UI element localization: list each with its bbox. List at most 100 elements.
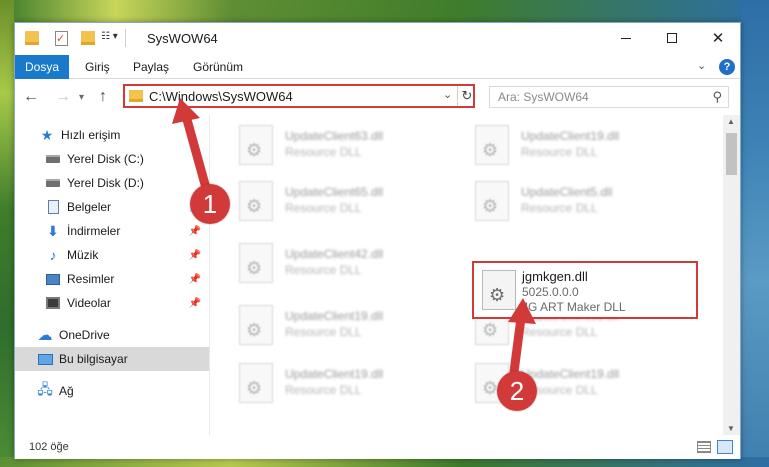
file-description: Resource DLL [285,145,362,159]
gear-icon: ⚙ [246,196,263,216]
gear-icon: ⚙ [246,320,263,340]
highlighted-file-item[interactable]: ⚙ jgmkgen.dll 5025.0.0.0 JG ART Maker DL… [472,261,698,319]
window-title: SysWOW64 [147,31,218,46]
music-icon: ♪ [49,247,57,263]
status-bar: 102 öğe [15,437,740,459]
address-path[interactable]: C:\Windows\SysWOW64 [149,89,293,104]
pin-icon[interactable]: 📌 [189,274,201,285]
minimize-icon [621,37,631,39]
close-button[interactable]: ✕ [695,23,741,53]
file-item[interactable]: ⚙ UpdateClient65.dll Resource DLL [215,177,445,225]
tab-home[interactable]: Giriş [75,55,120,79]
step-2-badge: 2 [497,371,537,411]
refresh-icon[interactable]: ↻ [459,86,475,106]
pictures-icon-shape [46,273,60,285]
dll-file-icon: ⚙ [239,363,273,403]
pin-icon[interactable]: 📌 [189,226,201,237]
expand-ribbon-icon[interactable]: ⌄ [697,59,706,72]
download-icon: ⬇ [47,222,59,239]
sidebar-item-label: OneDrive [59,328,110,342]
pin-icon[interactable]: 📌 [189,250,201,261]
file-item[interactable]: ⚙ UpdateClient19.dll Resource DLL [215,301,445,349]
sidebar-item-documents[interactable]: Belgeler 📌 [15,195,209,219]
video-icon [45,296,61,310]
file-description: Resource DLL [521,201,598,215]
properties-check-icon[interactable]: ✓ [55,31,68,46]
scroll-up-icon[interactable]: ▲ [727,117,735,126]
address-folder-icon [129,90,143,102]
file-description: Resource DLL [285,263,362,277]
address-bar[interactable]: C:\Windows\SysWOW64 ⌄ ↻ [123,84,475,108]
sidebar-item-network[interactable]: 🖧 Ağ [15,379,209,403]
new-folder-icon[interactable] [81,31,95,45]
documents-icon [45,200,61,214]
dll-file-icon: ⚙ [239,305,273,345]
dll-file-icon: ⚙ [239,243,273,283]
disk-icon [45,176,61,190]
sidebar-item-videos[interactable]: Videolar 📌 [15,291,209,315]
sidebar-item-pictures[interactable]: Resimler 📌 [15,267,209,291]
sidebar-item-this-pc[interactable]: Bu bilgisayar [15,347,209,371]
gear-icon: ⚙ [482,196,499,216]
customize-toolbar-icon[interactable]: ☷ ▾ [101,31,118,42]
gear-icon: ⚙ [246,258,263,278]
dll-file-icon: ⚙ [475,125,509,165]
vertical-scrollbar[interactable]: ▲ ▼ [723,115,740,435]
minimize-button[interactable] [603,23,649,53]
up-arrow-icon[interactable]: ↑ [99,88,107,106]
details-view-icon[interactable] [697,441,711,453]
tab-view[interactable]: Görünüm [183,55,253,79]
file-description: Resource DLL [521,325,598,339]
sidebar-item-quick-access[interactable]: ★ Hızlı erişim [15,123,209,147]
file-description: Resource DLL [521,145,598,159]
disk-icon-shape [46,155,60,163]
file-item[interactable]: ⚙ UpdateClient63.dll Resource DLL [215,121,445,169]
pin-icon[interactable]: 📌 [189,298,201,309]
file-item[interactable]: ⚙ UpdateClient5.dll Resource DLL [451,177,681,225]
cloud-icon: ☁ [37,327,53,344]
address-dropdown-chevron-icon[interactable]: ⌄ [443,88,452,101]
tiles-view-icon[interactable] [717,440,733,454]
back-arrow-icon[interactable]: ← [23,88,39,106]
pane-divider[interactable] [209,115,210,435]
scroll-thumb[interactable] [726,133,737,175]
sidebar-item-local-disk-d[interactable]: Yerel Disk (D:) [15,171,209,195]
star-icon: ★ [40,126,54,143]
explorer-window: ✓ ☷ ▾ SysWOW64 ✕ Dosya Giriş Paylaş Görü… [14,22,741,459]
file-item[interactable]: ⚙ UpdateClient19.dll Resource DLL [215,359,445,407]
forward-arrow-icon[interactable]: → [55,88,71,106]
file-name: UpdateClient19.dll [521,367,620,381]
file-item[interactable]: ⚙ UpdateClient19.dll Resource DLL [451,359,681,407]
search-input[interactable]: Ara: SysWOW64 ⚲ [489,86,729,108]
item-count: 102 öğe [29,441,69,453]
help-icon[interactable]: ? [719,59,735,75]
gear-icon: ⚙ [482,378,499,398]
dll-file-icon: ⚙ [239,125,273,165]
network-icon: 🖧 [37,381,53,397]
sidebar-item-music[interactable]: ♪ Müzik 📌 [15,243,209,267]
gear-icon: ⚙ [246,140,263,160]
ribbon-tabs: Dosya Giriş Paylaş Görünüm ⌄ ? [15,55,740,79]
sidebar-item-onedrive[interactable]: ☁ OneDrive [15,323,209,347]
tab-share[interactable]: Paylaş [123,55,179,79]
sidebar-item-label: İndirmeler [67,224,121,238]
recent-locations-chevron-icon[interactable]: ▾ [79,92,84,103]
file-item[interactable]: ⚙ UpdateClient42.dll Resource DLL [215,239,445,287]
maximize-button[interactable] [649,23,695,53]
sidebar-item-label: Müzik [67,248,99,262]
scroll-down-icon[interactable]: ▼ [727,424,735,433]
sidebar-item-label: Yerel Disk (C:) [67,152,144,166]
file-item[interactable]: ⚙ UpdateClient19.dll Resource DLL [451,121,681,169]
title-separator [125,29,126,47]
navigation-pane: ★ Hızlı erişim Yerel Disk (C:) Yerel Dis… [15,115,209,435]
file-name: UpdateClient19.dll [285,367,384,381]
disk-icon-shape [46,179,60,187]
address-separator [457,86,458,106]
title-bar: ✓ ☷ ▾ SysWOW64 ✕ [15,23,740,55]
search-icon[interactable]: ⚲ [712,89,722,105]
sidebar-item-local-disk-c[interactable]: Yerel Disk (C:) [15,147,209,171]
file-name: UpdateClient63.dll [285,129,384,143]
file-name: UpdateClient19.dll [285,309,384,323]
tab-file[interactable]: Dosya [15,55,69,79]
sidebar-item-downloads[interactable]: ⬇ İndirmeler 📌 [15,219,209,243]
